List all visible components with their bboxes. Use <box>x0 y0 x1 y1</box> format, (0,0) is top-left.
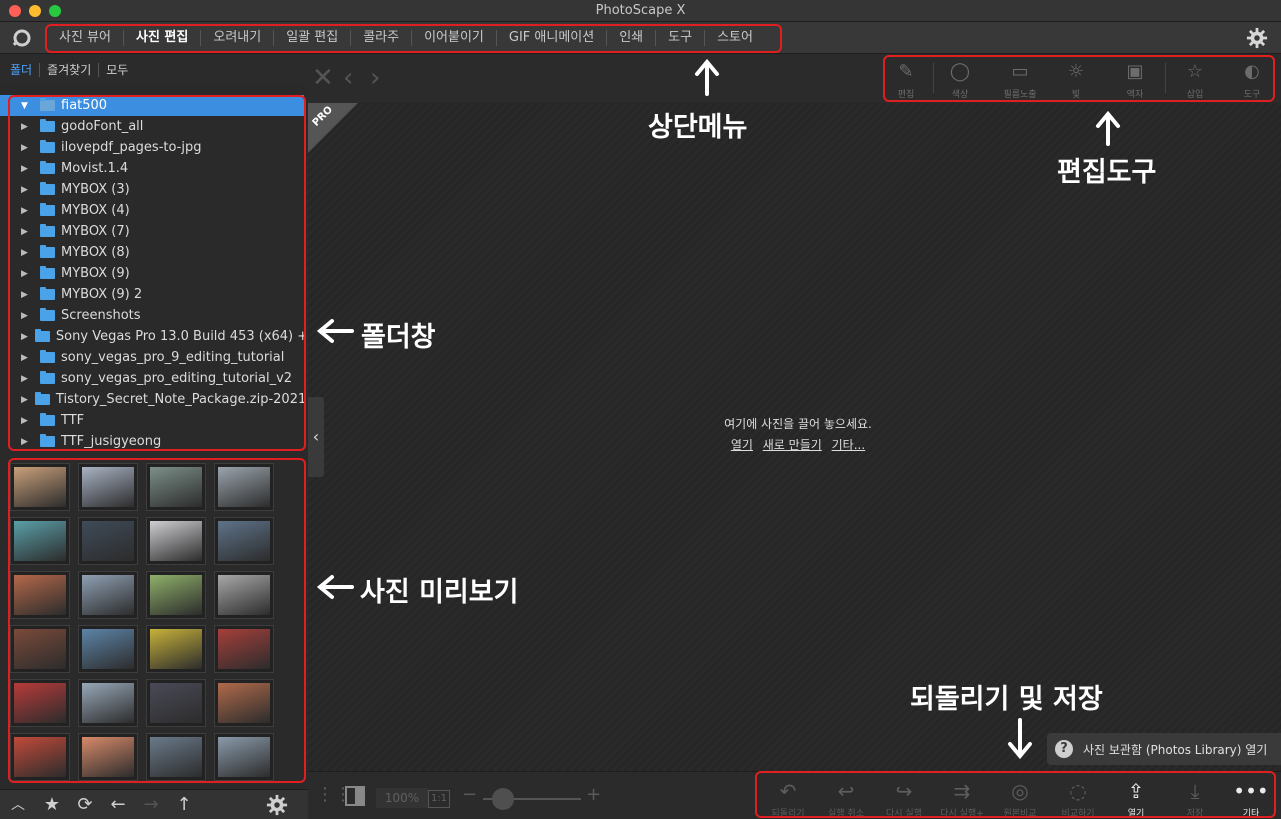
more-link[interactable]: 기타... <box>832 438 866 452</box>
tab-favorites[interactable]: 즐겨찾기 <box>40 63 100 77</box>
photo-preview-annotation: 사진 미리보기 <box>360 577 519 608</box>
app-logo-icon[interactable] <box>10 27 34 49</box>
tab-folders[interactable]: 폴더 <box>10 63 41 77</box>
zoom-in-icon[interactable]: + <box>586 784 601 805</box>
photoscape-window: PhotoScape X 사진 뷰어 사진 편집 오려내기 일괄 편집 콜라주 … <box>0 0 1281 819</box>
forward-arrow-icon[interactable]: → <box>140 794 162 816</box>
help-icon: ? <box>1055 740 1073 758</box>
arrow-left-preview-icon <box>316 575 354 599</box>
collapse-up-icon[interactable]: ︿ <box>7 794 29 816</box>
pro-version-badge: PRO <box>308 103 358 153</box>
left-panel-tabs: 폴더 즐겨찾기 모두 <box>0 55 308 85</box>
actual-size-button[interactable]: 1:1 <box>428 790 450 808</box>
undo-save-highlight <box>755 771 1276 818</box>
back-arrow-icon[interactable]: ← <box>107 794 129 816</box>
thumbnail-highlight <box>8 458 306 783</box>
folder-panel-annotation: 폴더창 <box>361 322 436 353</box>
top-menu-highlight <box>45 24 782 53</box>
up-arrow-icon[interactable]: ↑ <box>173 794 195 816</box>
refresh-icon[interactable]: ⟳ <box>74 794 96 816</box>
arrow-left-folder-icon <box>316 319 354 343</box>
star-icon[interactable]: ★ <box>41 794 63 816</box>
photos-library-label: 사진 보관함 (Photos Library) 열기 <box>1083 742 1268 757</box>
edit-tools-annotation: 편집도구 <box>1057 157 1157 188</box>
panel-settings-icon[interactable] <box>266 794 288 816</box>
folder-panel-highlight <box>8 95 306 451</box>
edit-tools-highlight <box>883 55 1275 102</box>
arrow-down-undo-save-icon <box>1008 718 1032 760</box>
settings-gear-icon[interactable] <box>1246 27 1268 49</box>
left-panel-toolbar: ︿ ★ ⟳ ← → ↑ <box>0 789 308 819</box>
prev-photo-icon[interactable]: ‹ <box>343 63 353 93</box>
zoom-slider-knob[interactable] <box>492 788 514 810</box>
open-link[interactable]: 열기 <box>731 438 753 452</box>
window-title: PhotoScape X <box>595 3 686 18</box>
close-photo-icon[interactable]: ✕ <box>312 63 334 93</box>
collapse-panel-button[interactable]: ‹ <box>308 397 324 477</box>
zoom-out-icon[interactable]: − <box>462 784 477 805</box>
split-view-icon[interactable] <box>345 786 365 806</box>
top-menu-annotation: 상단메뉴 <box>648 112 748 143</box>
drop-message: 여기에 사진을 끌어 놓으세요. <box>724 417 872 431</box>
photos-library-button[interactable]: ? 사진 보관함 (Photos Library) 열기 <box>1047 733 1281 765</box>
undo-save-annotation: 되돌리기 및 저장 <box>910 684 1103 715</box>
arrow-up-edit-tools-icon <box>1096 110 1120 146</box>
title-bar: PhotoScape X <box>0 0 1281 22</box>
new-link[interactable]: 새로 만들기 <box>763 438 822 452</box>
next-photo-icon[interactable]: › <box>370 63 380 93</box>
arrow-up-top-menu-icon <box>695 58 719 96</box>
zoom-level: 100% <box>376 788 428 808</box>
drop-links: 열기 새로 만들기 기타... <box>708 436 888 453</box>
tab-all[interactable]: 모두 <box>99 63 135 77</box>
